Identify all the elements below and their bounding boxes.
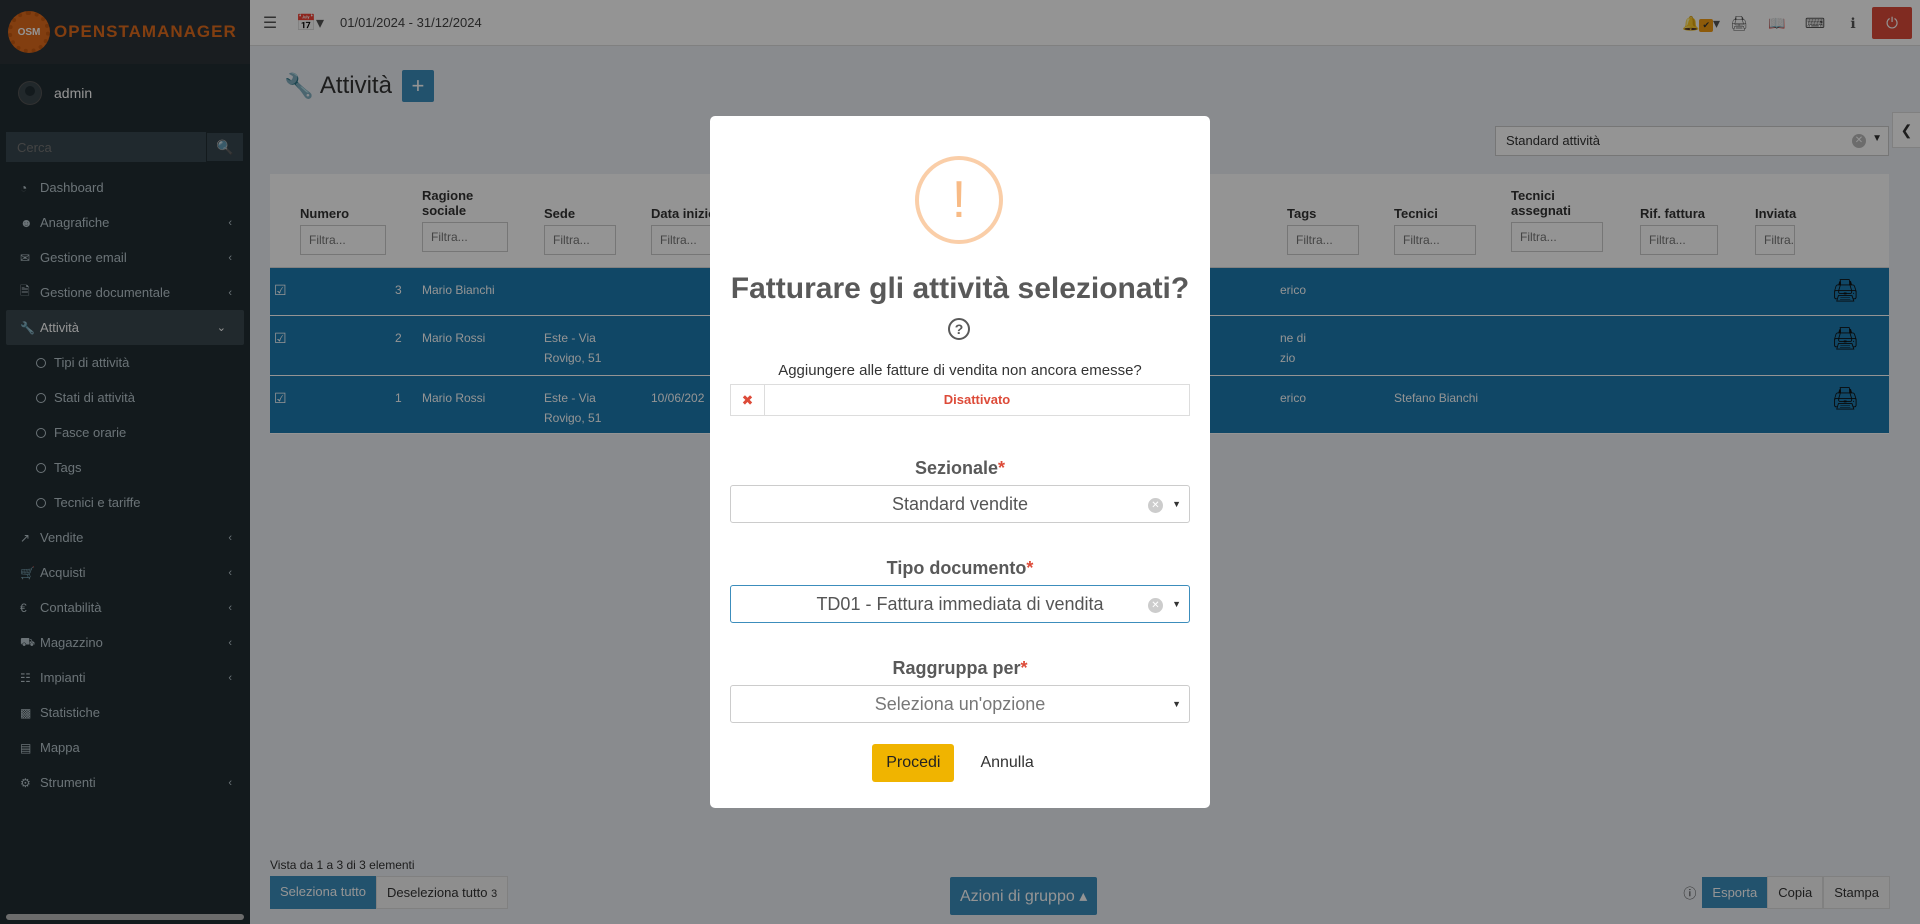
modal-title: Fatturare gli attività selezionati? <box>730 272 1190 305</box>
sezionale-select-value: Standard vendite <box>891 494 1029 514</box>
invoice-confirm-modal: ! Fatturare gli attività selezionati? ? … <box>710 116 1210 808</box>
add-to-existing-toggle[interactable]: ✖ Disattivato <box>730 384 1190 416</box>
close-x-icon: ✖ <box>731 385 765 415</box>
clear-icon[interactable]: ✕ <box>1148 498 1163 513</box>
required-asterisk: * <box>1020 658 1028 678</box>
clear-icon[interactable]: ✕ <box>1148 598 1163 613</box>
sezionale-label-text: Sezionale <box>914 458 998 478</box>
warning-exclamation-icon: ! <box>915 156 1003 244</box>
raggruppa-per-placeholder: Seleziona un'opzione <box>874 694 1046 714</box>
proceed-button[interactable]: Procedi <box>872 744 955 782</box>
caret-down-icon: ▼ <box>1172 599 1181 609</box>
tipo-documento-select[interactable]: TD01 - Fattura immediata di vendita ✕ ▼ <box>730 585 1190 623</box>
modal-actions: Procedi Annulla <box>710 744 1210 782</box>
toggle-value: Disattivato <box>943 392 1011 407</box>
cancel-button[interactable]: Annulla <box>966 744 1048 782</box>
tipo-documento-select-value: TD01 - Fattura immediata di vendita <box>816 594 1104 614</box>
required-asterisk: * <box>998 458 1006 478</box>
question-circle-icon[interactable]: ? <box>948 318 970 340</box>
caret-down-icon: ▼ <box>1172 699 1181 709</box>
app-root: OSM OPENSTAMANAGER admin 🔍 ◔Dashboard ☻A… <box>0 0 1920 924</box>
raggruppa-per-label: Raggruppa per* <box>710 658 1210 679</box>
raggruppa-per-select[interactable]: Seleziona un'opzione ▼ <box>730 685 1190 723</box>
caret-down-icon: ▼ <box>1172 499 1181 509</box>
raggruppa-per-label-text: Raggruppa per <box>892 658 1021 678</box>
add-to-existing-label: Aggiungere alle fatture di vendita non a… <box>778 362 1142 379</box>
sezionale-label: Sezionale* <box>710 458 1210 479</box>
tipo-documento-label: Tipo documento* <box>710 558 1210 579</box>
required-asterisk: * <box>1026 558 1034 578</box>
sezionale-select[interactable]: Standard vendite ✕ ▼ <box>730 485 1190 523</box>
tipo-documento-label-text: Tipo documento <box>886 558 1027 578</box>
